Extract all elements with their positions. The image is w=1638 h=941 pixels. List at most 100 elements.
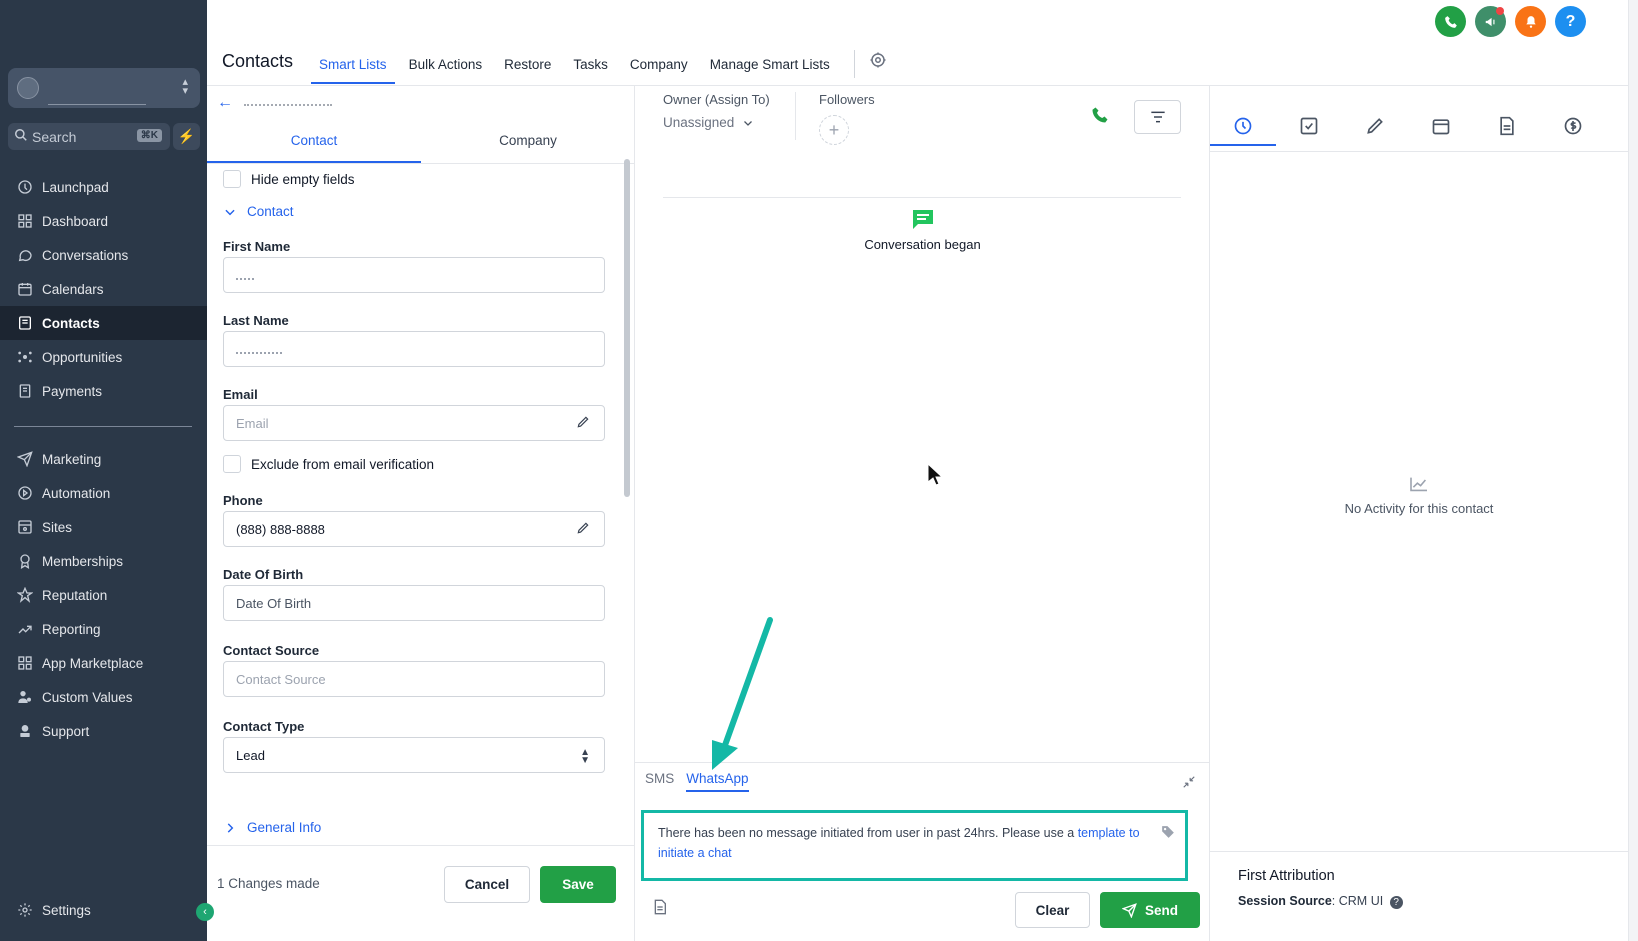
tab-whatsapp[interactable]: WhatsApp	[686, 771, 749, 792]
tasks-check-icon[interactable]	[1276, 116, 1342, 146]
tag-icon[interactable]	[1161, 825, 1175, 845]
documents-icon[interactable]	[1474, 116, 1540, 146]
first-name-field[interactable]	[223, 257, 605, 293]
session-source-value: CRM UI	[1338, 894, 1384, 908]
channel-tabs: SMS WhatsApp	[645, 771, 749, 792]
conversation-began-text: Conversation began	[864, 237, 981, 252]
bell-icon[interactable]	[1515, 6, 1546, 37]
chart-line-icon	[16, 620, 34, 638]
top-bar: Contacts Smart Lists Bulk Actions Restor…	[207, 0, 1638, 86]
contact-footer: 1 Changes made Cancel Save	[207, 845, 635, 941]
call-phone-icon[interactable]	[1091, 106, 1109, 129]
sidebar-collapse-icon[interactable]: ‹	[196, 903, 214, 921]
sidebar-item-opportunities[interactable]: Opportunities	[0, 340, 207, 374]
quick-action-bolt-icon[interactable]: ⚡	[173, 123, 200, 150]
contact-form: Hide empty fields Contact First Name Las…	[223, 170, 605, 773]
user-gear-icon	[16, 688, 34, 706]
sidebar-item-reputation[interactable]: Reputation	[0, 578, 207, 612]
sidebar-item-calendars[interactable]: Calendars	[0, 272, 207, 306]
megaphone-icon[interactable]	[1475, 6, 1506, 37]
chart-empty-icon	[1210, 476, 1628, 495]
sidebar-item-label: Reputation	[42, 587, 108, 603]
sidebar-item-payments[interactable]: Payments	[0, 374, 207, 408]
phone-field[interactable]: (888) 888-8888	[223, 511, 605, 547]
page-tabs: Contacts Smart Lists Bulk Actions Restor…	[222, 46, 887, 84]
owner-assign[interactable]: Owner (Assign To) Unassigned	[663, 92, 770, 130]
sidebar-search[interactable]: Search ⌘K	[8, 123, 170, 150]
contact-type-value: Lead	[236, 748, 265, 763]
page-scrollbar[interactable]	[1628, 0, 1638, 941]
pencil-icon[interactable]	[576, 415, 590, 432]
filter-button[interactable]	[1134, 100, 1181, 134]
sidebar-item-conversations[interactable]: Conversations	[0, 238, 207, 272]
owner-select[interactable]: Unassigned	[663, 115, 770, 130]
sidebar-item-dashboard[interactable]: Dashboard	[0, 204, 207, 238]
tab-sms[interactable]: SMS	[645, 771, 674, 792]
document-icon[interactable]	[653, 899, 667, 920]
changes-count: 1 Changes made	[217, 876, 320, 891]
settings-gear-icon[interactable]	[869, 51, 887, 84]
pencil-icon[interactable]	[576, 521, 590, 538]
sidebar-item-automation[interactable]: Automation	[0, 476, 207, 510]
sidebar-item-settings[interactable]: Settings	[0, 893, 207, 927]
payments-dollar-icon[interactable]	[1540, 116, 1606, 146]
sidebar-item-support[interactable]: Support	[0, 714, 207, 748]
sidebar-item-marketing[interactable]: Marketing	[0, 442, 207, 476]
phone-icon[interactable]	[1435, 6, 1466, 37]
tabs-divider	[853, 50, 855, 78]
tab-company-details[interactable]: Company	[421, 118, 635, 163]
email-field[interactable]: Email	[223, 405, 605, 441]
tab-manage-smart-lists[interactable]: Manage Smart Lists	[710, 57, 830, 84]
cancel-button[interactable]: Cancel	[444, 866, 530, 903]
checkbox[interactable]	[223, 455, 241, 473]
hide-empty-fields[interactable]: Hide empty fields	[223, 170, 605, 188]
notes-pencil-icon[interactable]	[1342, 116, 1408, 146]
top-action-icons: ?	[1435, 6, 1586, 37]
add-follower-icon[interactable]: +	[819, 115, 849, 145]
session-source: Session Source: CRM UI ?	[1238, 894, 1600, 909]
dob-label: Date Of Birth	[223, 567, 304, 582]
chevron-down-icon	[225, 209, 235, 215]
activity-panel: No Activity for this contact First Attri…	[1210, 86, 1628, 941]
redacted-value	[236, 276, 254, 280]
contact-section-toggle[interactable]: Contact	[223, 204, 605, 219]
tab-bulk-actions[interactable]: Bulk Actions	[409, 57, 483, 84]
general-info-toggle[interactable]: General Info	[223, 820, 321, 835]
exclude-email-verification[interactable]: Exclude from email verification	[223, 455, 605, 473]
tab-restore[interactable]: Restore	[504, 57, 551, 84]
activity-history-icon[interactable]	[1210, 116, 1276, 146]
tab-smart-lists[interactable]: Smart Lists	[311, 57, 395, 84]
clear-button[interactable]: Clear	[1015, 892, 1090, 928]
back-arrow-icon[interactable]: ←	[217, 94, 233, 112]
contact-source-field[interactable]: Contact Source	[223, 661, 605, 697]
sidebar-item-label: Payments	[42, 383, 103, 399]
sidebar-item-custom-values[interactable]: Custom Values	[0, 680, 207, 714]
appointments-calendar-icon[interactable]	[1408, 116, 1474, 146]
sidebar-item-contacts[interactable]: Contacts	[0, 306, 207, 340]
help-icon[interactable]: ?	[1555, 6, 1586, 37]
send-button[interactable]: Send	[1100, 892, 1200, 928]
phone-value: (888) 888-8888	[236, 522, 325, 537]
form-scrollbar[interactable]	[624, 159, 630, 497]
empty-activity: No Activity for this contact	[1210, 476, 1628, 516]
message-composer: SMS WhatsApp There has been no message i…	[635, 762, 1210, 941]
support-icon	[16, 722, 34, 740]
sidebar-item-memberships[interactable]: Memberships	[0, 544, 207, 578]
tab-contact[interactable]: Contact	[207, 118, 421, 163]
sidebar-item-reporting[interactable]: Reporting	[0, 612, 207, 646]
info-icon[interactable]: ?	[1389, 896, 1403, 909]
contact-type-select[interactable]: Lead ▲ ▼	[223, 737, 605, 773]
chevron-right-icon	[227, 822, 234, 833]
minimize-icon[interactable]	[1182, 775, 1196, 794]
last-name-field[interactable]	[223, 331, 605, 367]
tab-tasks[interactable]: Tasks	[573, 57, 608, 84]
account-switcher[interactable]: ▴ ▾	[8, 68, 200, 108]
tab-company[interactable]: Company	[630, 57, 688, 84]
sidebar-item-sites[interactable]: Sites	[0, 510, 207, 544]
checkbox[interactable]	[223, 170, 241, 188]
dob-field[interactable]: Date Of Birth	[223, 585, 605, 621]
sidebar-item-launchpad[interactable]: Launchpad	[0, 170, 207, 204]
conversation-panel: Owner (Assign To) Unassigned Followers +…	[635, 86, 1210, 941]
save-button[interactable]: Save	[540, 866, 616, 903]
sidebar-item-app-marketplace[interactable]: App Marketplace	[0, 646, 207, 680]
